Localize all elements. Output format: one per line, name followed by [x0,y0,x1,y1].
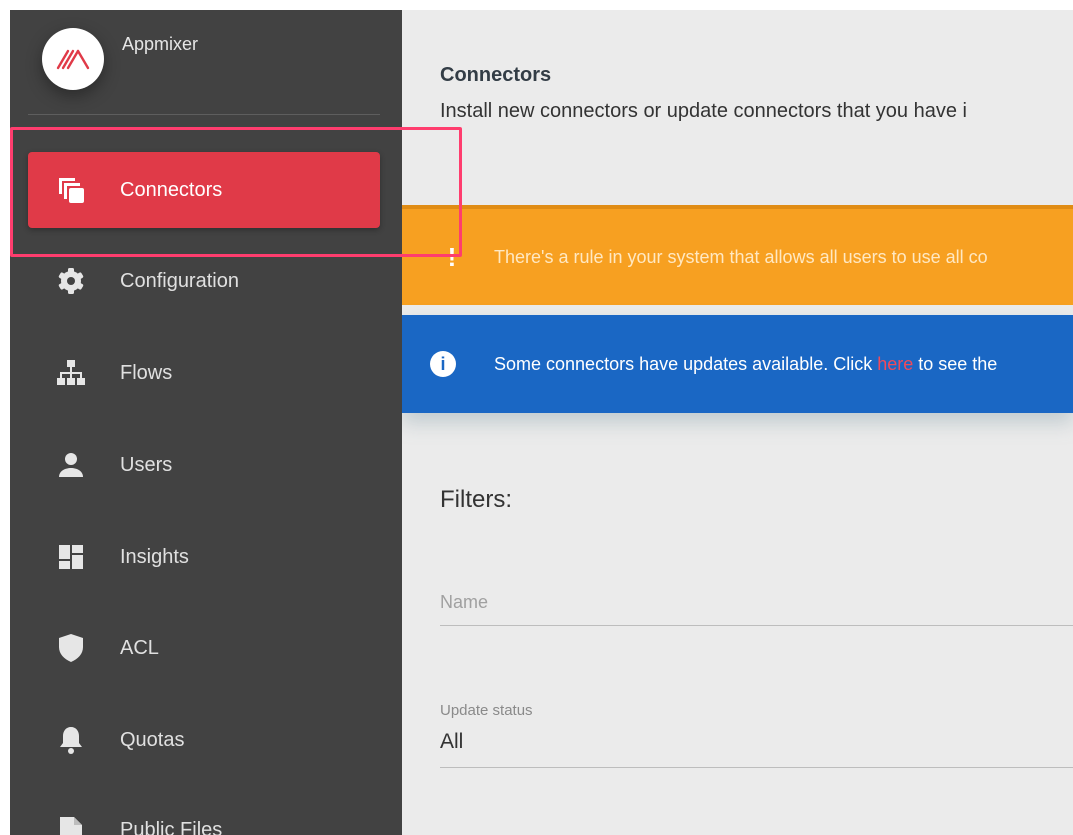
appmixer-logo-icon[interactable] [42,28,104,90]
update-status-select[interactable]: Update status All [440,698,1073,768]
sidebar-item-insights[interactable]: Insights [28,519,380,595]
sidebar-item-connectors[interactable]: Connectors [28,152,380,228]
page-subtitle: Install new connectors or update connect… [440,100,967,122]
sitemap-icon [54,356,88,390]
bell-icon [54,723,88,757]
exclamation-icon: ! [447,241,457,272]
user-icon [54,448,88,482]
sidebar-item-label: Public Files [120,818,223,835]
update-status-label: Update status [440,702,533,719]
filters-heading: Filters: [440,486,512,513]
sidebar-item-label: Flows [120,361,173,384]
brand-name: Appmixer [122,33,199,54]
dashboard-icon [54,540,88,574]
warning-banner: ! There's a rule in your system that all… [402,205,1073,305]
sidebar-item-users[interactable]: Users [28,427,380,503]
sidebar-item-label: Users [120,453,173,476]
shield-icon [54,631,88,665]
name-filter[interactable] [440,580,1073,626]
sidebar-item-label: ACL [120,636,159,659]
gear-icon [54,264,88,298]
name-input[interactable] [440,580,1073,624]
brand[interactable]: Appmixer [42,28,198,90]
brand-divider [28,114,380,115]
main-content: Connectors Install new connectors or upd… [402,10,1073,835]
sidebar-item-configuration[interactable]: Configuration [28,243,380,319]
sidebar-item-label: Quotas [120,728,185,751]
sidebar: Appmixer Connectors Configuration Flows … [10,10,402,835]
info-text: Some connectors have updates available. … [494,354,997,375]
updates-link[interactable]: here [877,354,913,374]
info-banner: i Some connectors have updates available… [402,315,1073,413]
info-text-before: Some connectors have updates available. … [494,353,878,374]
warning-text: There's a rule in your system that allow… [494,246,988,267]
page-title: Connectors [440,64,552,86]
update-status-value[interactable]: All [440,730,463,754]
sidebar-item-quotas[interactable]: Quotas [28,702,380,778]
connectors-icon [54,173,88,207]
sidebar-item-public-files[interactable]: Public Files [28,792,380,835]
sidebar-item-label: Configuration [120,269,239,292]
info-icon: i [430,351,456,377]
info-text-after: to see the [913,353,998,374]
file-icon [54,813,88,835]
sidebar-item-label: Insights [120,545,189,568]
sidebar-item-label: Connectors [120,178,223,201]
sidebar-item-flows[interactable]: Flows [28,335,380,411]
sidebar-item-acl[interactable]: ACL [28,610,380,686]
